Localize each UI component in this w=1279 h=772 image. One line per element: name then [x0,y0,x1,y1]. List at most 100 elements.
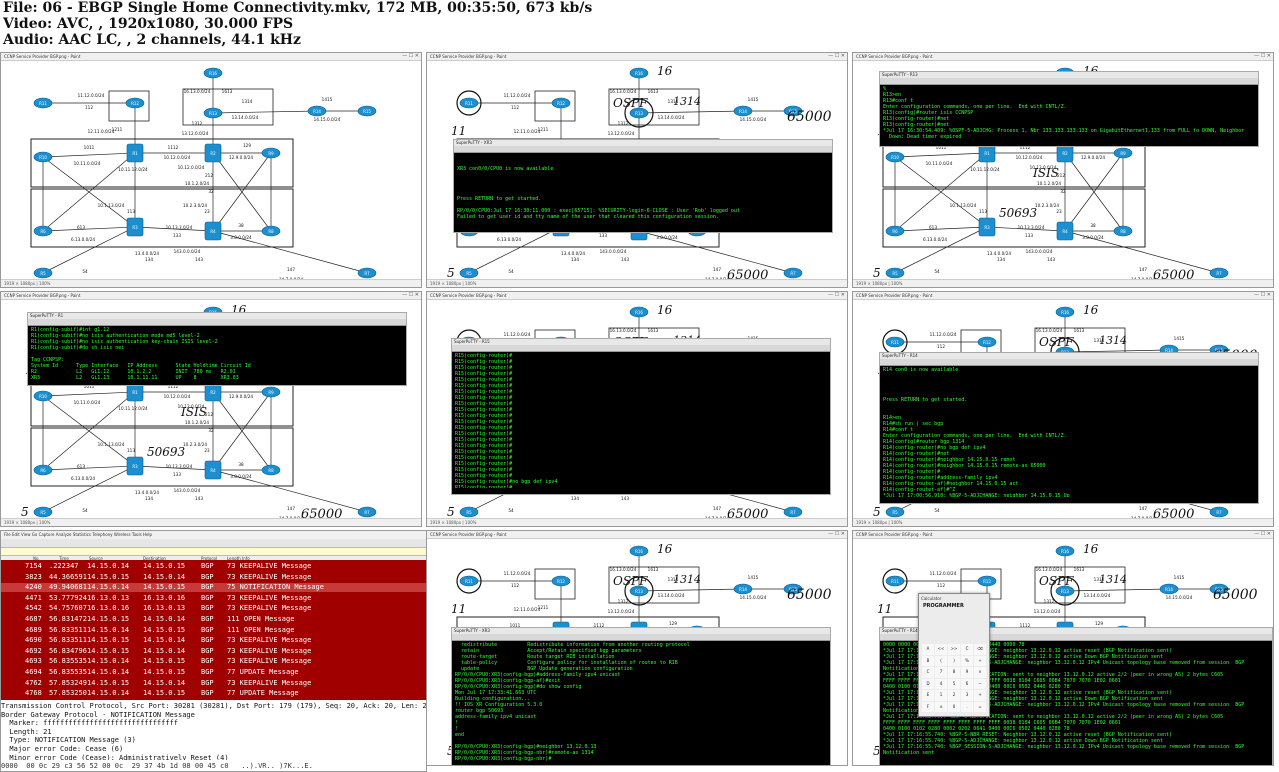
terminal-output[interactable]: redistribute Redistribute information fr… [455,642,827,762]
packet-destination: 14.15.0.14 [143,636,186,645]
calculator-key[interactable]: C [922,667,934,678]
packet-info: 73 KEEPALIVE Message [227,657,312,666]
link-label: 38 [1090,223,1096,228]
link-label: 143 [195,257,203,262]
packet-row[interactable]: 4240 49.940681 14.15.0.14 14.15.0.15 BGP 75 N… [1,583,426,592]
calculator-key[interactable]: = [974,701,986,712]
router-label: R16 [635,310,643,315]
terminal-window[interactable]: SuperPuTTY - R15 R15(config-router)# R15… [451,338,831,495]
terminal-output[interactable]: R15(config-router)# R15(config-router)# … [455,353,827,488]
router-label: R13 [635,111,643,116]
calculator-key[interactable]: . [961,701,973,712]
handwritten-as-5: 5 [447,266,455,280]
packet-row[interactable]: 4542 54.757607 16.13.0.16 16.13.0.13 BGP 73 K… [1,604,426,613]
calculator-key[interactable]: 1 [935,690,947,701]
packet-info: 73 KEEPALIVE Message [227,678,312,687]
terminal-window[interactable]: SuperPuTTY - XR3 XR3 con0/0/CPU0 is now … [453,139,833,233]
calculator-key[interactable]: ) [948,655,960,666]
calculator-key[interactable]: × [974,667,986,678]
packet-row[interactable]: 7154 .222347 14.15.0.14 14.15.0.15 BGP 73 KEE… [1,562,426,571]
calculator-key[interactable]: 6 [961,678,973,689]
calculator-key[interactable]: F [922,701,934,712]
calculator-key[interactable]: D [922,678,934,689]
link-label: 129 [669,621,677,626]
packet-time: 56.833511 [49,636,87,645]
link-label: 12.9.0.0/24 [1081,155,1105,160]
calculator-key[interactable]: ⌫ [974,644,986,655]
handwritten-as-50693: 50693 [999,206,1038,220]
terminal-window[interactable]: SuperPuTTY - R1 R1(config-subif)#int g1.… [27,312,407,386]
terminal-tabs[interactable] [880,359,1258,366]
link-label: 112 [511,105,519,110]
calculator-keypad[interactable]: A << >> C ⌫ B()% ÷ C 7 8 9 × D 4 5 6− E 1 2 3 + F ±0. = [922,644,986,712]
calculator-key[interactable]: ÷ [974,655,986,666]
calculator-key[interactable]: ( [935,655,947,666]
status-bar: 1919 × 1080px | 100% [1,279,421,287]
packet-row[interactable]: 4690 56.833511 14.15.0.15 14.15.0.14 BGP 73 K… [1,636,426,645]
terminal-output[interactable]: % R13>en R13#conf t Enter configuration … [883,86,1255,140]
packet-row[interactable]: 4762 57.853249 14.15.0.15 14.15.0.14 BGP 73 K… [1,679,426,688]
link-label: 16.13.0.0/24 [610,89,637,94]
calculator-key[interactable]: 0 [948,701,960,712]
packet-row[interactable]: 4768 57.853250 14.15.0.14 14.15.0.15 BGP 77 U… [1,689,426,698]
calculator-mode[interactable]: PROGRAMMER [919,603,989,609]
wireshark-toolbar[interactable] [1,539,426,548]
terminal-tabs[interactable] [28,319,406,326]
link-label: 1613 [648,89,659,94]
packet-details[interactable]: Transmission Control Protocol, Src Port:… [1,702,426,760]
handwritten-ospf: OSPF [1039,574,1074,588]
calculator-key[interactable]: >> [948,644,960,655]
terminal-output[interactable]: R14 con0 is now available Press RETURN t… [883,367,1255,497]
link-label: 1415 [748,575,759,580]
calculator-key[interactable]: 4 [935,678,947,689]
calculator-key[interactable]: E [922,690,934,701]
packet-protocol: BGP [201,593,214,602]
terminal-output[interactable]: XR3 con0/0/CPU0 is now available Press R… [457,154,829,226]
packet-row[interactable]: 4471 53.777924 16.13.0.13 16.13.0.16 BGP 73 K… [1,594,426,603]
terminal-window[interactable]: SuperPuTTY - XR3 redistribute Redistribu… [451,627,831,765]
terminal-window[interactable]: SuperPuTTY - R14 R14 con0 is now availab… [879,352,1259,504]
calculator-key[interactable]: % [961,655,973,666]
calculator-key[interactable]: << [935,644,947,655]
calculator-key[interactable]: A [922,644,934,655]
router-label: R12 [557,579,565,584]
terminal-tabs[interactable] [454,146,832,153]
packet-protocol: BGP [201,625,214,634]
calculator-key[interactable]: 3 [961,690,973,701]
terminal-tabs[interactable] [452,634,830,641]
packet-bytes[interactable]: 0000 00 0c 29 c3 56 52 00 0c 29 37 4b 1d… [1,762,426,771]
terminal-tabs[interactable] [452,345,830,352]
packet-row[interactable]: 3823 44.366591 14.15.0.15 14.15.0.14 BGP 73 K… [1,573,426,582]
calculator-key[interactable]: − [974,678,986,689]
packet-destination: 16.13.0.16 [143,593,186,602]
terminal-output[interactable]: R1(config-subif)#int g1.12 R1(config-sub… [31,327,403,379]
terminal-tabs[interactable] [880,78,1258,85]
calculator-key[interactable]: 9 [961,667,973,678]
link-line [42,391,136,397]
router-label: R6 [40,229,46,234]
terminal-window[interactable]: SuperPuTTY - R13 % R13>en R13#conf t Ent… [879,71,1259,147]
packet-row[interactable]: 4694 56.835535 14.15.0.14 14.15.0.15 BGP 77 U… [1,668,426,677]
calculator-key[interactable]: 2 [948,690,960,701]
calculator-key[interactable]: ± [935,701,947,712]
packet-list[interactable]: 7154 .222347 14.15.0.14 14.15.0.15 BGP 73 KEE… [1,560,426,700]
packet-row[interactable]: 4692 56.834796 14.15.0.15 14.15.0.14 BGP 73 K… [1,647,426,656]
packet-destination: 16.13.0.13 [143,604,186,613]
calculator-key[interactable]: 7 [935,667,947,678]
link-line [42,465,136,471]
calculator-key[interactable]: 5 [948,678,960,689]
link-label: 10.11.0.0/24 [926,161,953,166]
packet-row[interactable]: 4687 56.831472 14.15.0.15 14.15.0.14 BGP 111 … [1,615,426,624]
display-filter-input[interactable] [1,548,426,556]
calculator-key[interactable]: 8 [948,667,960,678]
calculator-key[interactable]: C [961,644,973,655]
paint-titlebar: CCNP Service Provider BGP.png - Paint — ☐… [853,531,1273,539]
calculator-key[interactable]: B [922,655,934,666]
wireshark-menu[interactable]: File Edit View Go Capture Analyze Statis… [1,531,426,539]
link-label: 113 [127,209,135,214]
packet-row[interactable]: 4693 56.835535 14.15.0.14 14.15.0.15 BGP 73 K… [1,657,426,666]
calculator-key[interactable]: + [974,690,986,701]
link-label: 212 [205,173,213,178]
calculator-window[interactable]: Calculator PROGRAMMER A << >> C ⌫ B()% ÷ C 7 8 9 × D… [918,593,990,717]
packet-row[interactable]: 4689 56.833511 14.15.0.14 14.15.0.15 BGP 111 … [1,626,426,635]
